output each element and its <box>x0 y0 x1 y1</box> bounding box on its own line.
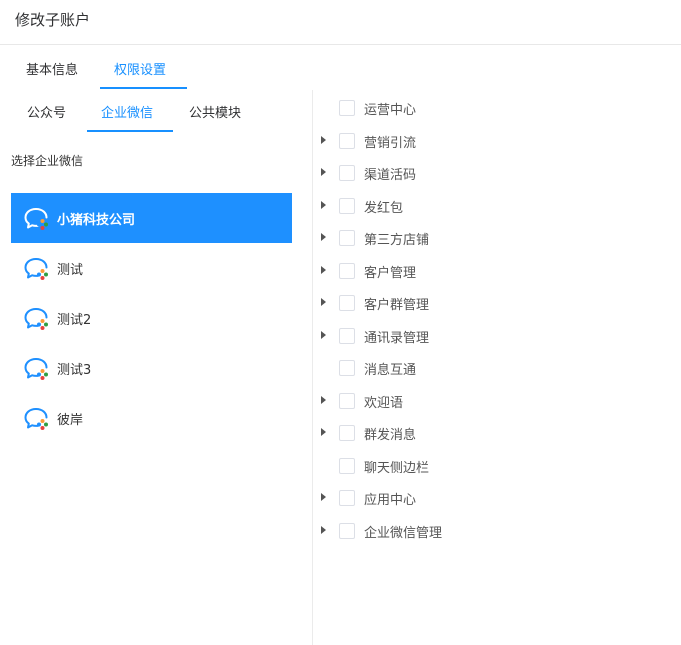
permission-checkbox[interactable] <box>339 360 355 376</box>
expand-arrow-icon[interactable] <box>321 525 326 534</box>
enterprise-item[interactable]: 彼岸 <box>11 393 292 443</box>
permission-label: 应用中心 <box>364 493 417 508</box>
permission-label: 群发消息 <box>364 428 417 443</box>
main-tabs: 基本信息 权限设置 <box>0 46 681 90</box>
permission-row[interactable]: 通讯录管理 <box>313 324 681 348</box>
permission-label: 企业微信管理 <box>364 525 443 541</box>
permission-checkbox[interactable] <box>339 490 355 506</box>
permission-row[interactable]: 企业微信管理 <box>313 519 681 543</box>
permission-row[interactable]: 客户管理 <box>313 259 681 283</box>
expand-arrow-icon[interactable] <box>321 135 326 144</box>
permission-checkbox[interactable] <box>339 327 355 344</box>
select-enterprise-label: 选择企业微信 <box>11 154 84 168</box>
permission-checkbox[interactable] <box>339 100 355 116</box>
expand-arrow-icon[interactable] <box>321 428 326 436</box>
permission-row[interactable]: 欢迎语 <box>313 389 681 413</box>
permission-label: 聊天侧边栏 <box>364 460 430 476</box>
expand-arrow-icon[interactable] <box>321 330 326 339</box>
wecom-icon <box>24 207 50 231</box>
permission-row[interactable]: 发红包 <box>313 194 681 218</box>
expand-arrow-icon[interactable] <box>321 493 326 501</box>
wecom-icon <box>24 407 50 431</box>
subtab-active-indicator <box>87 130 173 132</box>
permission-label: 消息互通 <box>364 363 417 378</box>
permission-label: 渠道活码 <box>364 168 417 183</box>
enterprise-item[interactable]: 小猪科技公司 <box>11 193 292 243</box>
permission-row[interactable]: 营销引流 <box>313 129 681 153</box>
expand-arrow-icon[interactable] <box>321 298 326 306</box>
permission-checkbox[interactable] <box>339 392 355 409</box>
permission-label: 客户群管理 <box>364 298 430 313</box>
permission-checkbox[interactable] <box>339 197 355 214</box>
permission-label: 发红包 <box>364 200 404 216</box>
subtab-wecom[interactable]: 企业微信 <box>101 102 153 121</box>
wecom-icon <box>24 257 50 281</box>
expand-arrow-icon[interactable] <box>321 233 326 241</box>
expand-arrow-icon[interactable] <box>321 395 326 404</box>
main-tab-active-indicator <box>100 87 187 89</box>
permission-label: 运营中心 <box>364 103 417 118</box>
enterprise-item[interactable]: 测试 <box>11 243 292 293</box>
permission-label: 第三方店铺 <box>364 233 430 248</box>
permission-checkbox[interactable] <box>339 425 355 441</box>
permission-checkbox[interactable] <box>339 132 355 149</box>
permission-row[interactable]: 聊天侧边栏 <box>313 454 681 478</box>
tab-basic-info[interactable]: 基本信息 <box>26 59 78 78</box>
enterprise-item[interactable]: 测试2 <box>11 293 292 343</box>
dialog-header: 修改子账户 <box>0 0 681 45</box>
permission-checkbox[interactable] <box>339 262 355 279</box>
expand-arrow-icon[interactable] <box>321 168 326 176</box>
expand-arrow-icon[interactable] <box>321 265 326 274</box>
permission-row[interactable]: 渠道活码 <box>313 161 681 185</box>
permission-row[interactable]: 第三方店铺 <box>313 226 681 250</box>
enterprise-item[interactable]: 测试3 <box>11 343 292 393</box>
permission-label: 通讯录管理 <box>364 330 430 346</box>
enterprise-name: 测试 <box>57 263 84 278</box>
wecom-icon <box>24 357 50 381</box>
expand-arrow-icon[interactable] <box>321 200 326 209</box>
enterprise-panel: 公众号 企业微信 公共模块 选择企业微信 小猪科技公司 测试测试2 测试3 彼岸 <box>0 90 312 645</box>
enterprise-name: 测试2 <box>57 313 92 328</box>
permission-label: 欢迎语 <box>364 395 404 411</box>
permission-checkbox[interactable] <box>339 230 355 246</box>
wecom-icon <box>24 307 50 331</box>
subtab-official-account[interactable]: 公众号 <box>27 102 66 121</box>
permission-checkbox[interactable] <box>339 295 355 311</box>
permission-checkbox[interactable] <box>339 522 355 539</box>
permission-row[interactable]: 群发消息 <box>313 421 681 445</box>
enterprise-name: 测试3 <box>57 363 92 378</box>
permission-row[interactable]: 消息互通 <box>313 356 681 380</box>
permission-checkbox[interactable] <box>339 457 355 474</box>
dialog-title: 修改子账户 <box>15 11 91 29</box>
permission-label: 营销引流 <box>364 135 417 151</box>
permission-row[interactable]: 客户群管理 <box>313 291 681 315</box>
enterprise-name: 小猪科技公司 <box>57 213 136 228</box>
permission-row[interactable]: 应用中心 <box>313 486 681 510</box>
subtab-common-module[interactable]: 公共模块 <box>189 102 241 121</box>
permission-tree: 运营中心营销引流渠道活码发红包第三方店铺客户管理客户群管理通讯录管理消息互通欢迎… <box>313 90 681 645</box>
permission-label: 客户管理 <box>364 265 417 281</box>
tab-permission-settings[interactable]: 权限设置 <box>114 59 166 78</box>
permission-checkbox[interactable] <box>339 165 355 181</box>
permission-row[interactable]: 运营中心 <box>313 96 681 120</box>
enterprise-name: 彼岸 <box>57 413 84 428</box>
